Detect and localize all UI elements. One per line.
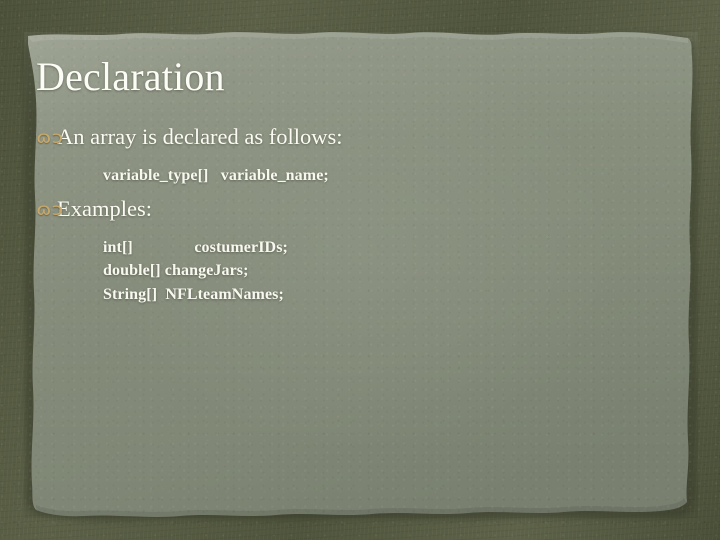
ornament-bullet-icon: ɷɔ <box>36 128 64 148</box>
bullet-item-declaration: ɷɔ An array is declared as follows: <box>36 122 676 154</box>
code-line-example-string: String[] NFLteamNames; <box>103 285 284 303</box>
ornament-bullet-icon: ɷɔ <box>36 199 64 220</box>
code-line-declaration-syntax: variable_type[] variable_name; <box>103 167 329 184</box>
slide-content: Declaration ɷɔ An array is declared as f… <box>0 0 720 540</box>
slide-body: ɷɔ An array is declared as follows: vari… <box>36 122 676 306</box>
bullet-text: An array is declared as follows: <box>57 124 343 149</box>
code-line-example-int: int[] costumerIDs; <box>103 238 288 256</box>
slide: Declaration ɷɔ An array is declared as f… <box>0 0 720 540</box>
bullet-text: Examples: <box>57 195 152 221</box>
code-line-example-double: double[] changeJars; <box>103 262 249 279</box>
slide-title: Declaration <box>36 54 225 99</box>
bullet-item-examples: ɷɔ Examples: <box>36 194 676 226</box>
